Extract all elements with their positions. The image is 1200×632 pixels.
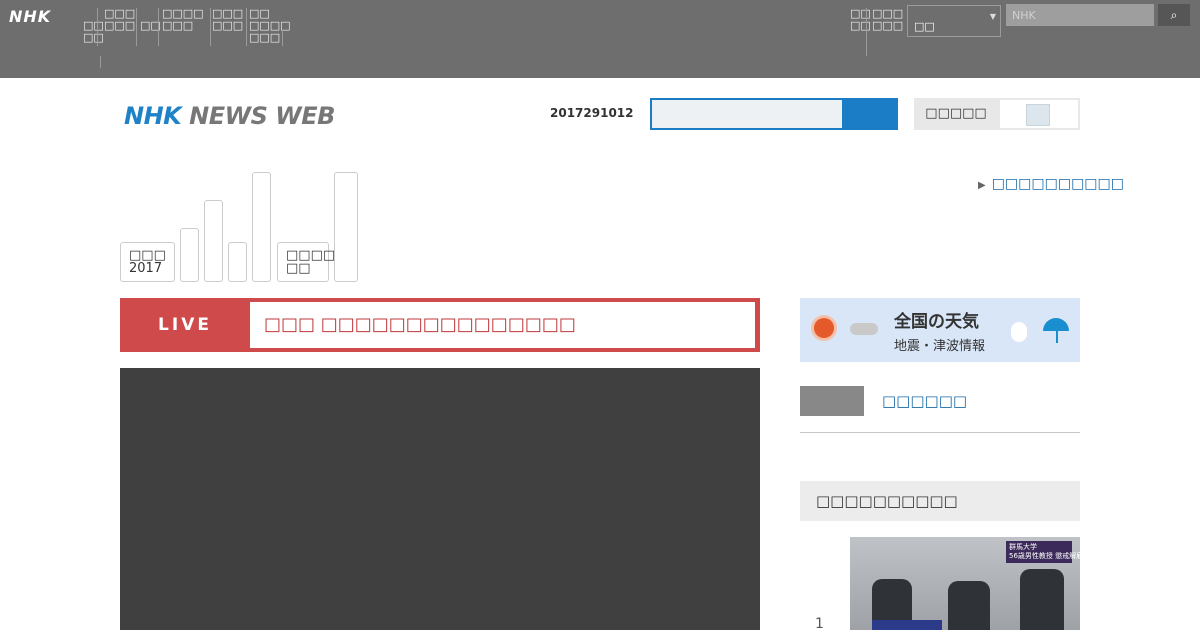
tab-category[interactable] <box>334 172 358 282</box>
global-nav-right-item-2[interactable]: □□□ □□□ <box>872 8 903 32</box>
section-divider <box>800 432 1080 433</box>
nav-divider <box>246 8 247 46</box>
live-label: LIVE <box>158 315 212 335</box>
site-search-input[interactable] <box>652 100 842 128</box>
live-banner[interactable]: LIVE □□□ □□□□□□□□□□□□□□□ <box>120 298 760 352</box>
person-figure <box>1020 569 1064 630</box>
global-search-input[interactable] <box>1006 4 1154 26</box>
nav-divider <box>158 8 159 46</box>
toggle-square <box>1026 104 1050 126</box>
global-nav-right-item-1[interactable]: □□ □□ <box>850 8 871 32</box>
current-date: 2017291012 <box>550 106 634 120</box>
global-nav-bar: NHK □□ □□ □□□ □□□ □□ □□□□ □□□ □□□ □□□ □□… <box>0 0 1200 78</box>
video-player[interactable] <box>120 368 760 630</box>
header-toggle-button[interactable] <box>998 98 1080 130</box>
logo-nhk-text: NHK <box>124 102 182 130</box>
nav-divider <box>136 8 137 46</box>
umbrella-handle <box>1056 331 1058 343</box>
logo-newsweb-text: NEWS WEB <box>189 102 335 130</box>
header-side-link[interactable]: ▶ □□□□□□□□□□ <box>978 176 1124 192</box>
side-thumbnail-button[interactable] <box>800 386 864 416</box>
tab-category[interactable] <box>252 172 271 282</box>
side-link[interactable]: □□□□□□ <box>882 392 967 410</box>
region-select[interactable]: □□ ▼ <box>907 5 1001 37</box>
thumbnail-label <box>872 620 942 630</box>
thumbnail-caption: 群馬大学 56歳男性教授 懲戒解雇 <box>1006 541 1080 563</box>
weather-title: 全国の天気 <box>894 312 979 332</box>
nav-divider <box>210 8 211 46</box>
tab-category[interactable] <box>180 228 199 282</box>
live-title: □□□ □□□□□□□□□□□□□□□ <box>264 314 576 335</box>
nav-divider <box>100 56 101 68</box>
sun-icon <box>814 318 834 338</box>
tab-special-2017[interactable]: □□□ 2017 <box>120 242 175 282</box>
nav-divider <box>866 8 867 56</box>
global-nav-item-2[interactable]: □□□ □□□ <box>104 8 135 32</box>
cloud-icon <box>850 323 878 335</box>
ranking-heading-label: □□□□□□□□□□ <box>816 492 958 510</box>
news-web-logo[interactable]: NHK NEWS WEB <box>124 102 335 130</box>
ranking-thumbnail[interactable]: 群馬大学 56歳男性教授 懲戒解雇 <box>850 537 1080 630</box>
global-nav-item-4[interactable]: □□□□ □□□ <box>162 8 204 32</box>
header-side-link-label: □□□□□□□□□□ <box>991 176 1124 192</box>
site-search-box <box>650 98 898 130</box>
person-figure <box>948 581 990 630</box>
global-nav-item-1[interactable]: □□ □□ <box>83 20 104 44</box>
global-nav-item-5[interactable]: □□□ □□□ <box>212 8 243 32</box>
nav-divider <box>282 30 283 46</box>
ranking-heading: □□□□□□□□□□ <box>800 481 1080 521</box>
tab-category[interactable] <box>204 200 223 282</box>
global-nav-item-6[interactable]: □□ □□□□ □□□ <box>249 8 291 44</box>
umbrella-icon <box>1043 318 1069 331</box>
snowman-icon <box>1011 322 1027 342</box>
chevron-down-icon: ▼ <box>989 12 996 21</box>
weather-banner[interactable]: 全国の天気 地震・津波情報 <box>800 298 1080 362</box>
global-search-button[interactable]: ⌕ <box>1158 4 1190 26</box>
nav-divider <box>97 8 98 46</box>
weather-subtitle: 地震・津波情報 <box>894 339 986 354</box>
header-button[interactable]: □□□□□ <box>914 98 998 130</box>
nhk-brand-logo[interactable]: NHK <box>9 7 51 26</box>
triangle-right-icon: ▶ <box>978 180 986 191</box>
region-select-value: □□ <box>914 20 935 33</box>
tab-category[interactable] <box>228 242 247 282</box>
live-title-box: □□□ □□□□□□□□□□□□□□□ <box>250 302 755 348</box>
tab-special[interactable]: □□□□ □□ <box>277 242 335 282</box>
search-icon: ⌕ <box>1170 8 1178 22</box>
